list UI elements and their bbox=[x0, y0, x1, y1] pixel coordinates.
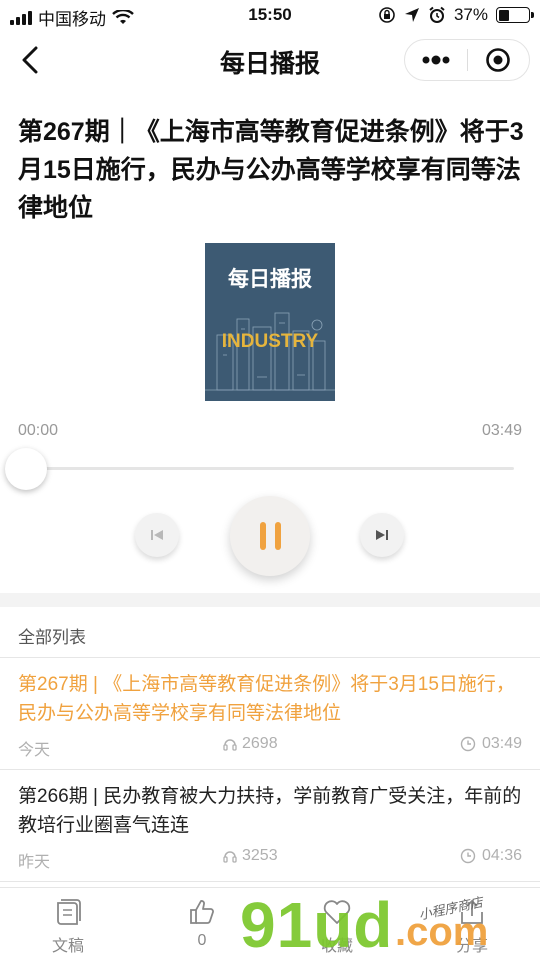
pause-icon-bar bbox=[259, 522, 266, 550]
target-circle-icon bbox=[486, 48, 511, 72]
episode-date: 今天 bbox=[18, 742, 51, 759]
previous-button[interactable] bbox=[135, 513, 179, 557]
headphones-icon bbox=[223, 851, 237, 863]
total-time: 03:49 bbox=[481, 422, 522, 439]
divider bbox=[0, 881, 540, 882]
episode-title: 第267期 | 《上海市高等教育促进条例》将于3月15日施行，民办与公办高等学校… bbox=[18, 674, 515, 724]
status-bar: 中国移动 15:50 37% bbox=[0, 0, 540, 32]
cover-subtitle: INDUSTRY bbox=[221, 331, 319, 352]
pause-icon-bar bbox=[274, 522, 281, 550]
skip-previous-icon bbox=[151, 530, 163, 540]
episode-title: 第266期 | 民办教育被大力扶持，学前教育广受关注，年前的教培行业圈喜气连连 bbox=[18, 786, 522, 836]
battery-icon bbox=[496, 7, 534, 23]
list-item[interactable]: 第267期 | 《上海市高等教育促进条例》将于3月15日施行，民办与公办高等学校… bbox=[0, 658, 540, 770]
tab-like[interactable]: 0 bbox=[152, 896, 252, 950]
duration-value: 03:49 bbox=[481, 735, 522, 752]
city-skyline-illustration bbox=[205, 312, 335, 391]
rotation-lock-icon bbox=[379, 7, 395, 23]
tab-label: 文稿 bbox=[51, 938, 84, 955]
episode-duration: 04:36 bbox=[460, 847, 522, 865]
section-divider bbox=[0, 593, 540, 607]
headphones-icon bbox=[223, 739, 237, 751]
cover-title: 每日播报 bbox=[228, 268, 312, 291]
close-miniprogram-button[interactable] bbox=[467, 40, 529, 80]
capsule-menu bbox=[404, 39, 530, 81]
list-item[interactable]: 第266期 | 民办教育被大力扶持，学前教育广受关注，年前的教培行业圈喜气连连 … bbox=[0, 770, 540, 882]
play-count: 2698 bbox=[222, 735, 278, 753]
progress-thumb[interactable] bbox=[5, 448, 47, 490]
clock-icon bbox=[460, 848, 476, 864]
next-button[interactable] bbox=[360, 513, 404, 557]
current-time: 00:00 bbox=[18, 422, 59, 439]
more-dots-icon bbox=[422, 55, 450, 65]
document-icon bbox=[57, 899, 81, 925]
nav-bar: 每日播报 bbox=[0, 32, 540, 88]
more-button[interactable] bbox=[405, 40, 467, 80]
episode-date: 昨天 bbox=[18, 854, 51, 871]
thumbs-up-icon bbox=[190, 900, 214, 924]
like-count: 0 bbox=[197, 932, 207, 949]
play-count: 3253 bbox=[222, 847, 278, 865]
status-right: 37% bbox=[378, 5, 534, 25]
clock-icon bbox=[460, 736, 476, 752]
play-count-value: 3253 bbox=[242, 847, 278, 864]
list-header: 全部列表 bbox=[18, 628, 86, 647]
cover-image: 每日播报 INDUSTRY bbox=[205, 243, 335, 401]
location-icon bbox=[404, 8, 419, 22]
tab-manuscript[interactable]: 文稿 bbox=[18, 896, 118, 956]
article-title: 第267期｜《上海市高等教育促进条例》将于3月15日施行，民办与公办高等学校享有… bbox=[18, 118, 524, 222]
pause-button[interactable] bbox=[230, 496, 310, 576]
duration-value: 04:36 bbox=[481, 847, 522, 864]
skip-next-icon bbox=[376, 530, 388, 540]
progress-track[interactable] bbox=[30, 467, 514, 470]
alarm-icon bbox=[429, 6, 445, 23]
episode-duration: 03:49 bbox=[460, 735, 522, 753]
battery-percent: 37% bbox=[453, 5, 488, 24]
play-count-value: 2698 bbox=[242, 735, 278, 752]
watermark-logo: 91ud bbox=[240, 889, 394, 960]
